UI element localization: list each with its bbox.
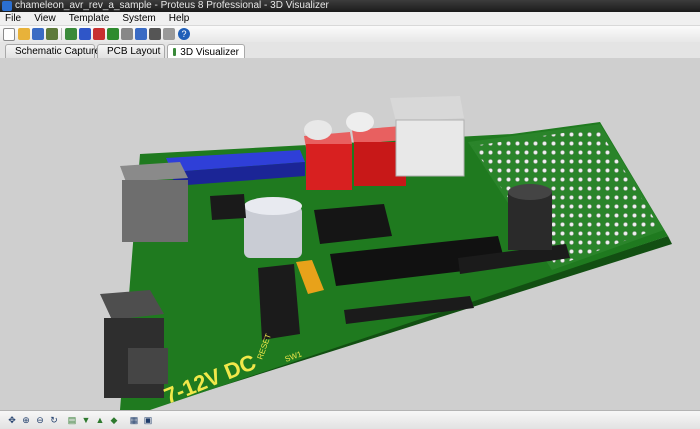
design-notes-icon[interactable] <box>163 28 175 40</box>
usb-block <box>395 119 465 177</box>
3d-visualizer-icon[interactable] <box>121 28 133 40</box>
zoom-out-icon[interactable]: ⊖ <box>34 414 46 426</box>
tab-schematic-capture[interactable]: Schematic Capture <box>5 44 100 58</box>
view-side-icon[interactable]: ▲ <box>94 414 106 426</box>
dc-jack-pin <box>128 348 168 384</box>
fit-view-icon[interactable]: ▦ <box>128 414 140 426</box>
help-icon[interactable]: ? <box>178 28 190 40</box>
usb-block-top <box>390 96 464 122</box>
red-switch-left <box>306 144 352 190</box>
crystal-can-top <box>244 197 302 215</box>
new-file-icon[interactable] <box>3 28 15 41</box>
source-code-icon[interactable] <box>149 28 161 40</box>
board-view-icon[interactable]: ▣ <box>142 414 154 426</box>
3d-viewport[interactable]: 7-12V DC SW1 RESET <box>0 58 700 410</box>
back-annotate-icon[interactable] <box>107 28 119 40</box>
view-top-icon[interactable]: ▤ <box>66 414 78 426</box>
switch-knob <box>346 112 374 132</box>
tab-label: PCB Layout <box>107 46 161 57</box>
menu-system[interactable]: System <box>117 12 160 25</box>
proteus-app-icon <box>2 1 12 11</box>
right-tower-top <box>508 184 552 200</box>
bill-of-materials-icon[interactable] <box>135 28 147 40</box>
rotate-icon[interactable]: ↻ <box>48 414 60 426</box>
pan-icon[interactable]: ✥ <box>6 414 18 426</box>
menu-file[interactable]: File <box>0 12 26 25</box>
tab-3d-visualizer[interactable]: 3D Visualizer <box>167 44 245 59</box>
menu-template[interactable]: Template <box>64 12 115 25</box>
tab-strip: Schematic Capture PCB Layout 3D Visualiz… <box>0 42 700 59</box>
switch-knob <box>304 120 332 140</box>
toolbar-separator <box>61 28 62 40</box>
tab-label: 3D Visualizer <box>180 46 239 58</box>
menu-help[interactable]: Help <box>164 12 195 25</box>
title-bar: chameleon_avr_rev_a_sample - Proteus 8 P… <box>0 0 700 12</box>
3d-visualizer-icon <box>173 48 177 56</box>
schematic-capture-icon[interactable] <box>79 28 91 40</box>
window-title: chameleon_avr_rev_a_sample - Proteus 8 P… <box>15 0 329 11</box>
save-icon[interactable] <box>32 28 44 40</box>
tab-label: Schematic Capture <box>15 46 101 57</box>
main-toolbar: ? <box>0 26 700 43</box>
zoom-in-icon[interactable]: ⊕ <box>20 414 32 426</box>
close-project-icon[interactable] <box>46 28 58 40</box>
voltage-regulator <box>122 180 188 242</box>
right-tower-component <box>508 192 552 250</box>
open-folder-icon[interactable] <box>18 28 30 40</box>
view-iso-icon[interactable]: ◆ <box>108 414 120 426</box>
pin-header-left <box>258 264 300 340</box>
view-toolbar: ✥ ⊕ ⊖ ↻ ▤ ▼ ▲ ◆ ▦ ▣ <box>0 410 700 429</box>
pcb-layout-icon[interactable] <box>93 28 105 40</box>
view-front-icon[interactable]: ▼ <box>80 414 92 426</box>
menu-view[interactable]: View <box>29 12 61 25</box>
small-chip <box>210 194 246 220</box>
home-icon[interactable] <box>65 28 77 40</box>
menu-bar: File View Template System Help <box>0 12 700 26</box>
tab-pcb-layout[interactable]: PCB Layout <box>97 44 165 58</box>
